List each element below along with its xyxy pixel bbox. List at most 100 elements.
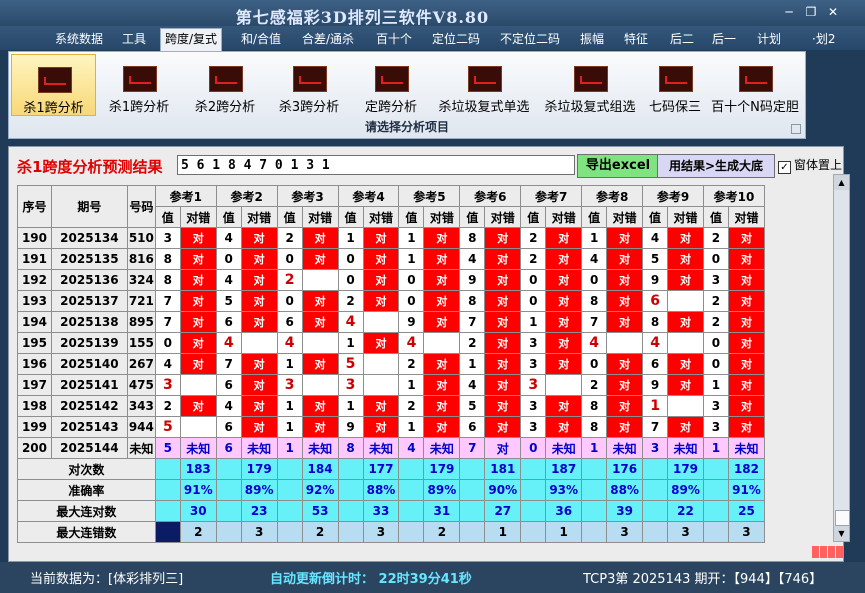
menu-sum-diff[interactable]: 合差/通杀: [302, 29, 354, 49]
minimize-icon[interactable]: ─: [778, 3, 800, 21]
stats-value: 1: [484, 521, 522, 543]
stats-spacer: [337, 500, 364, 522]
row-check: 对: [727, 353, 766, 375]
row-check: 对: [545, 227, 583, 249]
row-issue: 2025140: [50, 353, 128, 375]
table-row[interactable]: 200 2025144 未知 5 未知 6 未知 1 未知 8 未知 4 未知 7 对 0 未知 1 未知 3 未知 1 未…: [17, 437, 766, 459]
menu-unposition-two[interactable]: 不定位二码: [500, 29, 560, 49]
row-check: 对: [606, 311, 644, 333]
row-value: 3: [337, 374, 364, 396]
close-icon[interactable]: ✕: [822, 3, 844, 21]
row-value: 2: [459, 332, 486, 354]
row-value: 1: [398, 416, 425, 438]
menu-span-compound[interactable]: 跨度/复式: [160, 28, 223, 51]
stats-spacer: [215, 458, 242, 480]
ribbon-fixed-span[interactable]: 定跨分析: [349, 54, 433, 115]
menu-features[interactable]: 特征: [624, 29, 648, 49]
row-check: 对: [240, 353, 278, 375]
row-value: 4: [642, 227, 669, 249]
header-seq: 序号: [17, 185, 52, 228]
row-value: 9: [398, 311, 425, 333]
scroll-up-icon[interactable]: ▲: [834, 175, 849, 190]
table-row[interactable]: 198 2025142 343 2 对 4 对 1 对 1 对 2 对 5 对 3 对 8 对 1 3 对: [17, 395, 766, 417]
stats-row: 对次数 183 179 184 177 179 181 187 176 179 182: [17, 458, 766, 480]
scroll-down-icon[interactable]: ▼: [834, 526, 849, 541]
ribbon-kill1-span[interactable]: 杀1跨分析: [97, 54, 181, 115]
ribbon-kill2-span[interactable]: 杀2跨分析: [183, 54, 267, 115]
row-check: 对: [301, 227, 339, 249]
row-check: [301, 269, 339, 291]
stats-spacer: [703, 479, 729, 501]
row-issue: 2025137: [50, 290, 128, 312]
menu-system-data[interactable]: 系统数据: [55, 29, 103, 49]
row-value: 4: [276, 332, 303, 354]
stats-spacer: [398, 521, 425, 543]
dialog-launcher-icon[interactable]: [791, 124, 801, 134]
menu-amplitude[interactable]: 振幅: [580, 29, 604, 49]
menu-last-one[interactable]: 后一: [712, 29, 736, 49]
menu-plan2[interactable]: ·划2: [812, 29, 835, 49]
chart-icon: [468, 66, 502, 92]
header-check: 对错: [362, 206, 400, 228]
menu-tools[interactable]: 工具: [122, 29, 146, 49]
header-ref: 参考5: [398, 185, 461, 207]
result-field[interactable]: 5 6 1 8 4 7 0 1 3 1: [177, 155, 575, 175]
table-row[interactable]: 196 2025140 267 4 对 7 对 1 对 5 2 对 1 对 3 对 0 对 6 对 0 对: [17, 353, 766, 375]
row-seq: 198: [17, 395, 52, 417]
ribbon-kill3-span[interactable]: 杀3跨分析: [267, 54, 351, 115]
row-value: 3: [276, 374, 303, 396]
table-row[interactable]: 191 2025135 816 8 对 0 对 0 对 0 对 1 对 4 对 2 对 4 对 5 对 0 对: [17, 248, 766, 270]
stats-spacer: [520, 479, 547, 501]
row-value: 4: [459, 374, 486, 396]
table-row[interactable]: 190 2025134 510 3 对 4 对 2 对 1 对 1 对 8 对 2 对 1 对 4 对 2 对: [17, 227, 766, 249]
menu-hundreds-tens-units[interactable]: 百十个: [376, 29, 412, 49]
stats-value: 177: [362, 458, 400, 480]
row-seq: 196: [17, 353, 52, 375]
menu-plan[interactable]: 计划: [757, 29, 781, 49]
row-code: 944: [126, 416, 156, 438]
ribbon-junk-group[interactable]: 杀垃圾复式组选: [537, 54, 643, 115]
row-check: 对: [606, 290, 644, 312]
row-check: [179, 374, 217, 396]
row-check: 对: [240, 227, 278, 249]
row-value: 8: [459, 290, 486, 312]
ribbon-seven-code[interactable]: 七码保三: [641, 54, 709, 115]
header-value: 值: [581, 206, 608, 228]
stats-spacer: [703, 521, 729, 543]
stay-on-top-checkbox[interactable]: ✓ 窗体置上: [778, 156, 842, 174]
chart-icon: [574, 66, 608, 92]
table-row[interactable]: 195 2025139 155 0 对 4 4 1 对 4 2 对 3 对 4 4 0 对: [17, 332, 766, 354]
row-check: [301, 332, 339, 354]
export-excel-button[interactable]: 导出excel: [577, 154, 659, 178]
scroll-thumb[interactable]: [835, 510, 850, 526]
ribbon-n-code-dan[interactable]: 百十个N码定胆: [709, 54, 801, 115]
row-value: 4: [215, 395, 242, 417]
table-row[interactable]: 199 2025143 944 5 6 对 1 对 9 对 1 对 6 对 3 对 8 对 7 对 3 对: [17, 416, 766, 438]
row-issue: 2025139: [50, 332, 128, 354]
ribbon-kill1-span-selected[interactable]: 杀1跨分析: [11, 54, 96, 116]
row-value: 1: [337, 332, 364, 354]
row-value: 4: [398, 437, 425, 459]
table-row[interactable]: 192 2025136 324 8 对 4 对 2 0 对 0 对 9 对 0 对 0 对 9 对 3 对: [17, 269, 766, 291]
row-code: 343: [126, 395, 156, 417]
stats-value: 3: [240, 521, 278, 543]
row-value: 2: [276, 269, 303, 291]
row-value: 9: [459, 269, 486, 291]
table-row[interactable]: 197 2025141 475 3 6 对 3 3 1 对 4 对 3 2 对 9 对 1 对: [17, 374, 766, 396]
menu-sum[interactable]: 和/合值: [241, 29, 281, 49]
table-row[interactable]: 194 2025138 895 7 对 6 对 6 对 4 9 对 7 对 1 对 7 对 8 对 2 对: [17, 311, 766, 333]
menu-position-two[interactable]: 定位二码: [432, 29, 480, 49]
vertical-scrollbar[interactable]: ▲ ▼: [833, 174, 850, 542]
table-row[interactable]: 193 2025137 721 7 对 5 对 0 对 2 对 0 对 8 对 0 对 8 对 6 2 对: [17, 290, 766, 312]
stats-spacer: [276, 500, 303, 522]
row-check: 对: [240, 395, 278, 417]
stats-value: 88%: [606, 479, 644, 501]
row-value: 1: [581, 227, 608, 249]
maximize-icon[interactable]: ❐: [800, 3, 822, 21]
row-check: 未知: [423, 437, 461, 459]
menu-last-two[interactable]: 后二: [670, 29, 694, 49]
row-value: 1: [703, 374, 729, 396]
ribbon-junk-single[interactable]: 杀垃圾复式单选: [431, 54, 537, 115]
generate-base-button[interactable]: 用结果>生成大底: [657, 154, 775, 178]
row-check: 对: [362, 248, 400, 270]
